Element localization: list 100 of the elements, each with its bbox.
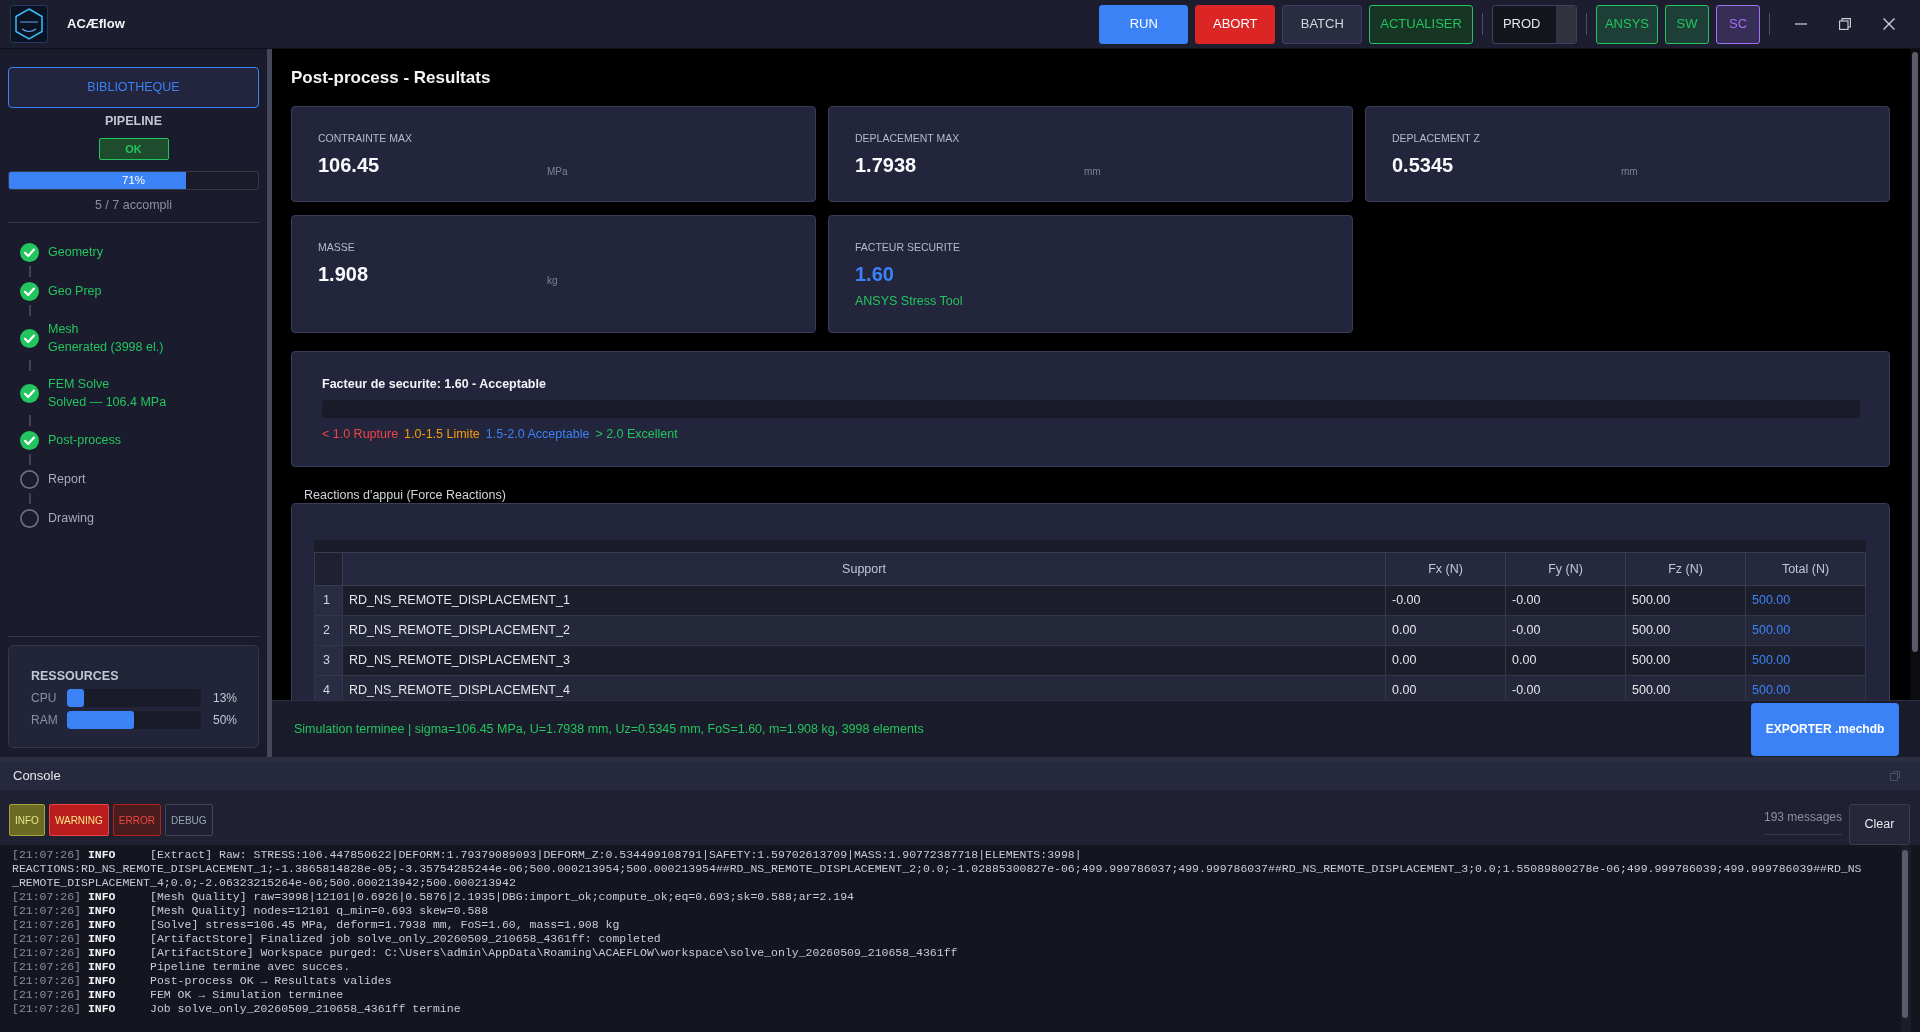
metric-unit: kg xyxy=(547,275,558,287)
table-cell: 500.00 xyxy=(1625,675,1746,700)
step-connector xyxy=(29,266,31,277)
log-line: [21:07:26] INFO FEM OK → Simulation terminee xyxy=(12,988,344,1002)
close-icon[interactable] xyxy=(1883,18,1895,30)
tool-button[interactable]: ANSYS xyxy=(1595,4,1658,44)
column-header[interactable]: Fx (N) xyxy=(1385,552,1506,586)
step-name: Report xyxy=(48,471,86,488)
restore-icon[interactable] xyxy=(1839,18,1851,30)
logo-icon xyxy=(10,5,48,43)
log-line: [21:07:26] INFO [Mesh Quality] raw=3998|12101|0.6926|0.5876|2.1935|DBG:import_ok;compute_ok;eq=0.693;sk=0.588;ar=2.194 xyxy=(12,890,854,904)
step-name: Mesh xyxy=(48,321,80,338)
page-title: Post-process - Resultats xyxy=(291,67,492,89)
step-connector xyxy=(29,360,31,371)
message-count: 193 messages xyxy=(1763,808,1842,835)
abort-button[interactable]: ABORT xyxy=(1195,4,1276,44)
table-cell: -0.00 xyxy=(1505,585,1626,616)
dropdown-toggle[interactable] xyxy=(1555,5,1576,43)
step-name: Post-process xyxy=(48,432,121,449)
metric-unit: mm xyxy=(1084,166,1101,178)
step-detail: Generated (3998 el.) xyxy=(48,339,164,356)
status-badge: OK xyxy=(98,138,169,160)
table-cell: RD_NS_REMOTE_DISPLACEMENT_2 xyxy=(342,615,1386,646)
table-cell: 500.00 xyxy=(1625,645,1746,676)
legend-item: 1.5-2.0 Acceptable xyxy=(485,426,590,442)
log-line: [21:07:26] INFO Job solve_only_20260509_210658_4361ff termine xyxy=(12,1002,461,1016)
filter-toggle[interactable]: WARNING xyxy=(48,804,109,836)
step-connector xyxy=(29,454,31,465)
metric-label: CONTRAINTE MAX xyxy=(318,131,413,145)
log-line: [21:07:26] INFO [ArtifactStore] Finalized job solve_only_20260509_210658_4361ff: completed xyxy=(12,932,661,946)
filter-toggle[interactable]: DEBUG xyxy=(165,804,213,836)
log-line: [21:07:26] INFO [ArtifactStore] Workspace purged: C:\Users\admin\AppData\Roaming\ACAEFLOW\workspace\solve_only_20260509_210658_4361ff xyxy=(12,946,958,960)
table-cell: 500.00 xyxy=(1625,585,1746,616)
row-number: 4 xyxy=(314,675,343,700)
scrollbar-thumb[interactable] xyxy=(1912,52,1918,652)
metric-label: DEPLACEMENT MAX xyxy=(855,131,961,145)
detach-icon[interactable] xyxy=(1890,771,1900,781)
tool-button[interactable]: SW xyxy=(1665,4,1709,44)
metric-value: 1.60 xyxy=(855,262,895,287)
table-cell: 500.00 xyxy=(1745,675,1866,700)
metric-value: 1.7938 xyxy=(855,153,918,178)
log-line: [21:07:26] INFO [Solve] stress=106.45 MPa, deform=1.7938 mm, FoS=1.60, mass=1.908 kg xyxy=(12,918,620,932)
table-cell: 500.00 xyxy=(1745,645,1866,676)
log-line: [21:07:26] INFO Post-process OK → Resultats valides xyxy=(12,974,392,988)
export-button[interactable]: EXPORTER .mechdb xyxy=(1751,702,1899,756)
run-button[interactable]: RUN xyxy=(1099,4,1189,44)
step-name: Geometry xyxy=(48,244,103,261)
metric-unit: MPa xyxy=(547,166,568,178)
batch-button[interactable]: BATCH xyxy=(1282,4,1363,44)
column-header[interactable]: Fy (N) xyxy=(1505,552,1626,586)
metric-label: FACTEUR SECURITE xyxy=(855,240,961,254)
metric-unit: mm xyxy=(1621,166,1638,178)
table-cell: RD_NS_REMOTE_DISPLACEMENT_1 xyxy=(342,585,1386,616)
progress-label: 71% xyxy=(122,173,145,188)
metric-label: MASSE xyxy=(318,240,356,254)
section-title: PIPELINE xyxy=(104,113,163,129)
column-header[interactable]: Support xyxy=(342,552,1386,586)
legend-item: < 1.0 Rupture xyxy=(322,426,399,442)
column-header[interactable]: Total (N) xyxy=(1745,552,1866,586)
step-connector xyxy=(29,305,31,316)
meter-value: 13% xyxy=(213,690,238,707)
log-line: REACTIONS:RD_NS_REMOTE_DISPLACEMENT_1;-1.3865814828e-05;-3.35754285244e-06;500.000213954;500.000213954##RD_NS_REMOTE_DISPLACEMENT_2;0.0;-1.02885300827e-06;499.999786037;499.999786037##RD_NS_REMOTE_DISPLACEMENT_3;0.0;1.55089800278e-06;499.999786039;499.999786039##RD_NS xyxy=(12,862,1862,876)
table-cell: RD_NS_REMOTE_DISPLACEMENT_4 xyxy=(342,675,1386,700)
table-cell: -0.00 xyxy=(1385,585,1506,616)
group-title: Reactions d'appui (Force Reactions) xyxy=(304,488,506,502)
scrollbar-thumb[interactable] xyxy=(1902,850,1908,1018)
minimize-icon[interactable] xyxy=(1795,23,1807,25)
log-line: _REMOTE_DISPLACEMENT_4;0.0;-2.06323215264e-06;500.000213942;500.000213942 xyxy=(12,876,516,890)
metric-value: 106.45 xyxy=(318,153,381,178)
filter-toggle[interactable]: INFO xyxy=(9,804,45,836)
panel-title: Console xyxy=(13,767,61,786)
table-cell: 500.00 xyxy=(1745,615,1866,646)
step-connector xyxy=(29,415,31,426)
progress-summary: 5 / 7 accompli xyxy=(93,197,174,213)
table-cell: 0.00 xyxy=(1505,645,1626,676)
clear-button[interactable]: Clear xyxy=(1849,804,1910,845)
filter-toggle[interactable]: ERROR xyxy=(112,804,161,836)
column-header[interactable]: Fz (N) xyxy=(1625,552,1746,586)
log-line: [21:07:26] INFO Pipeline termine avec succes. xyxy=(12,960,351,974)
log-line: [21:07:26] INFO [Mesh Quality] nodes=12101 q_min=0.693 skew=0.588 xyxy=(12,904,489,918)
status-message: Simulation terminee | sigma=106.45 MPa, U=1.7938 mm, Uz=0.5345 mm, FoS=1.60, m=1.908 kg, 3998 elements xyxy=(294,720,924,738)
library-button[interactable]: BIBLIOTHEQUE xyxy=(8,67,259,108)
row-number: 2 xyxy=(314,615,343,646)
step-connector xyxy=(29,493,31,504)
metric-label: DEPLACEMENT Z xyxy=(1392,131,1481,145)
table-cell: RD_NS_REMOTE_DISPLACEMENT_3 xyxy=(342,645,1386,676)
profile-dropdown[interactable]: PROD xyxy=(1491,4,1577,44)
step-name: Drawing xyxy=(48,510,94,527)
log-line: [21:07:26] INFO [Extract] Raw: STRESS:106.447850622|DEFORM:1.79379089093|DEFORM_Z:0.534499108791|SAFETY:1.59702613709|MASS:1.90772387718|ELEMENTS:3998| xyxy=(12,848,1082,862)
step-detail: Solved — 106.4 MPa xyxy=(48,394,167,411)
metric-source: ANSYS Stress Tool xyxy=(855,293,964,309)
legend-item: > 2.0 Excellent xyxy=(595,426,678,442)
app-title: ACÆflow xyxy=(67,15,125,34)
meter-label: RAM xyxy=(31,712,59,729)
panel-title: RESSOURCES xyxy=(31,668,120,684)
table-cell: -0.00 xyxy=(1505,615,1626,646)
step-name: Geo Prep xyxy=(48,283,102,300)
table-cell: -0.00 xyxy=(1505,675,1626,700)
refresh-button[interactable]: ACTUALISER xyxy=(1369,4,1473,44)
tool-button[interactable]: SC xyxy=(1716,4,1760,44)
